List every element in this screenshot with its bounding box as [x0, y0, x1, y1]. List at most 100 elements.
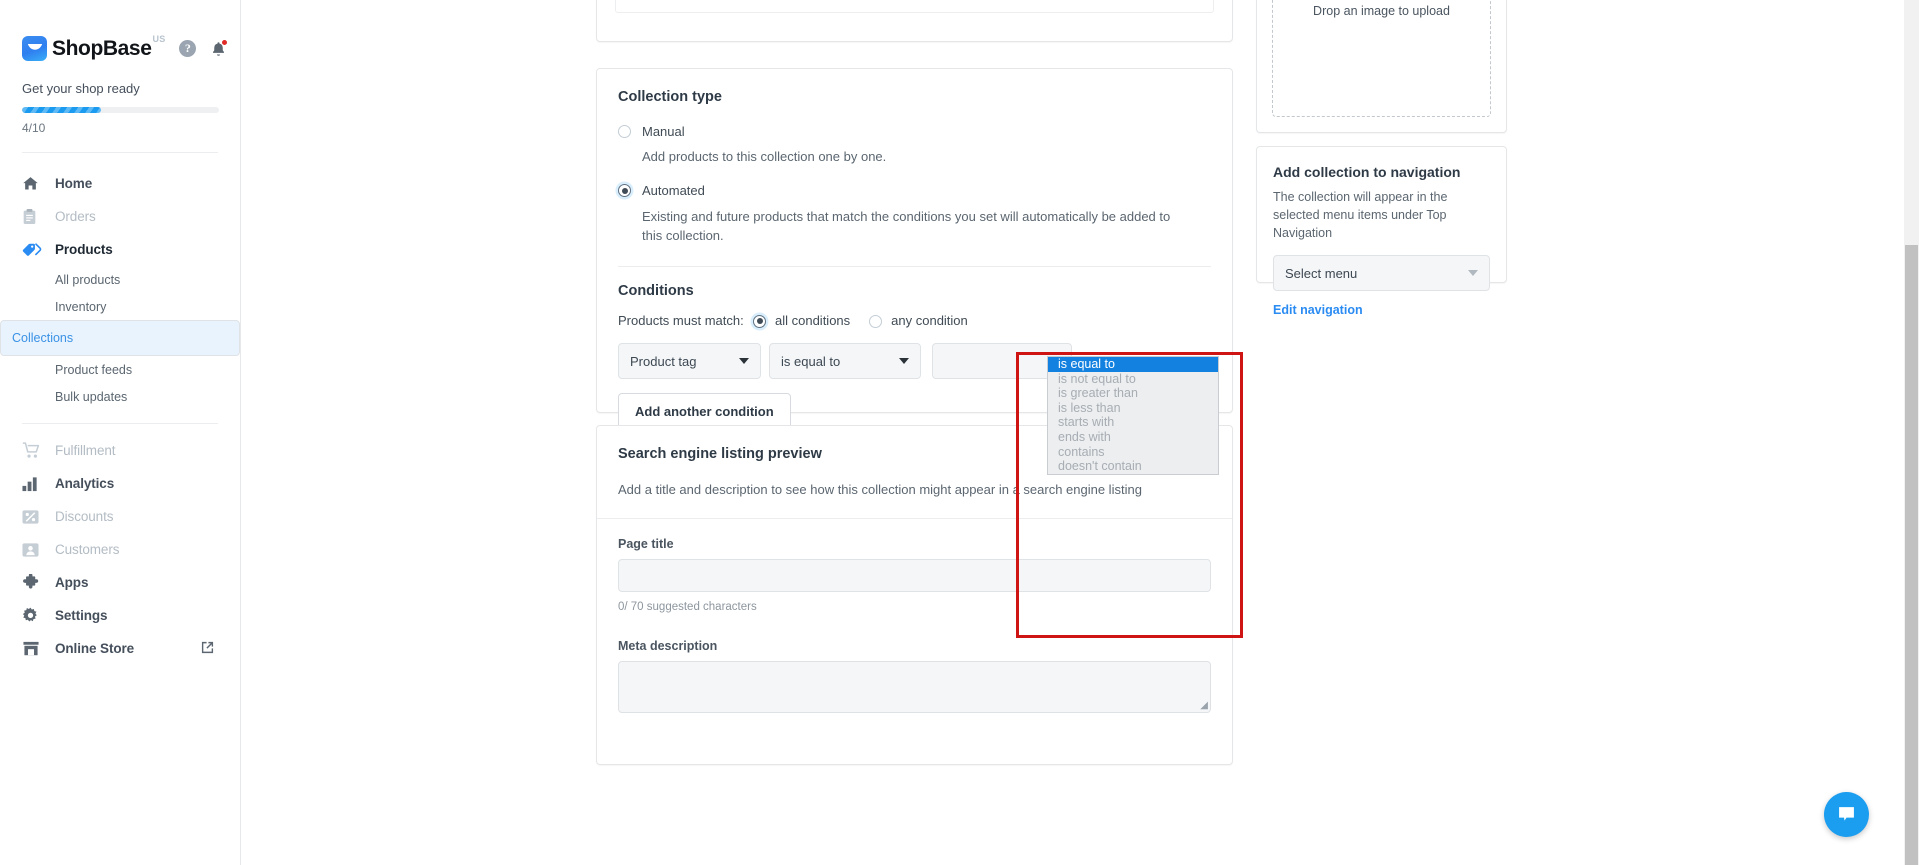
conditions-heading: Conditions: [618, 283, 1211, 299]
automated-description: Existing and future products that match …: [642, 207, 1187, 245]
sidebar-item-label: Products: [55, 242, 113, 257]
sidebar-divider-mid: [22, 423, 218, 424]
sidebar-item-label: Apps: [55, 575, 88, 590]
sidebar-item-customers[interactable]: Customers: [0, 533, 240, 566]
home-icon: [22, 175, 43, 192]
sidebar-item-apps[interactable]: Apps: [0, 566, 240, 599]
match-all-option[interactable]: all conditions: [753, 313, 850, 328]
sidebar-item-label: Customers: [55, 542, 119, 557]
sidebar-item-collections[interactable]: Collections: [0, 320, 240, 356]
condition-field-select[interactable]: Product tag: [618, 343, 761, 379]
dropdown-option-contains[interactable]: contains: [1048, 445, 1218, 460]
sidebar-subitem-label: Bulk updates: [55, 390, 127, 404]
navigation-panel-description: The collection will appear in the select…: [1273, 188, 1490, 242]
store-icon: [22, 641, 43, 657]
add-another-condition-button[interactable]: Add another condition: [618, 393, 791, 429]
brand-name: ShopBase: [52, 37, 152, 60]
puzzle-icon: [22, 574, 43, 592]
collection-type-heading: Collection type: [618, 89, 1211, 105]
chevron-down-icon: [899, 358, 909, 364]
sidebar-item-label: Settings: [55, 608, 107, 623]
sidebar-item-label: Fulfillment: [55, 443, 115, 458]
sidebar-item-analytics[interactable]: Analytics: [0, 467, 240, 500]
progress-label: 4/10: [22, 121, 240, 135]
sidebar-item-product-feeds[interactable]: Product feeds: [0, 356, 240, 383]
dropdown-option-is-equal-to[interactable]: is equal to: [1048, 357, 1218, 372]
customers-icon: [22, 542, 43, 558]
page-title-input[interactable]: [618, 559, 1211, 592]
sidebar: ShopBaseUS ? Get your shop ready 4/10: [0, 0, 241, 865]
gear-icon: [22, 607, 43, 624]
sidebar-item-bulk-updates[interactable]: Bulk updates: [0, 383, 240, 410]
condition-operator-select[interactable]: is equal to: [769, 343, 921, 379]
edit-navigation-link[interactable]: Edit navigation: [1273, 303, 1490, 317]
automated-radio[interactable]: [618, 184, 631, 197]
cart-icon: [22, 442, 43, 459]
sidebar-subitem-label: Inventory: [55, 300, 106, 314]
sidebar-item-settings[interactable]: Settings: [0, 599, 240, 632]
page-scrollbar-track[interactable]: [1904, 0, 1919, 865]
sidebar-subitem-label: Product feeds: [55, 363, 132, 377]
all-conditions-label: all conditions: [775, 313, 850, 328]
sidebar-item-online-store[interactable]: Online Store: [0, 632, 240, 665]
sidebar-item-label: Analytics: [55, 476, 114, 491]
match-mode-row: Products must match: all conditions any …: [618, 313, 1211, 328]
bell-icon[interactable]: [210, 40, 227, 58]
sidebar-item-inventory[interactable]: Inventory: [0, 293, 240, 320]
shopbase-envelope-icon[interactable]: [22, 36, 47, 61]
sidebar-item-label: Online Store: [55, 641, 134, 656]
onboarding-title: Get your shop ready: [22, 81, 240, 96]
sidebar-item-fulfillment[interactable]: Fulfillment: [0, 434, 240, 467]
resize-grip-icon[interactable]: ◢: [1200, 701, 1208, 711]
chevron-down-icon: [739, 358, 749, 364]
select-menu-value: Select menu: [1285, 266, 1357, 281]
discount-icon: [22, 509, 43, 525]
chat-bubble-icon[interactable]: [1824, 792, 1869, 837]
bar-chart-icon: [22, 476, 43, 492]
collection-type-manual-option[interactable]: Manual: [618, 124, 1211, 139]
collection-type-automated-option[interactable]: Automated: [618, 183, 1211, 198]
brand-header: ShopBaseUS ?: [0, 0, 240, 61]
dropdown-option-is-less-than[interactable]: is less than: [1048, 401, 1218, 416]
help-circle-icon[interactable]: ?: [179, 40, 196, 57]
select-menu-dropdown[interactable]: Select menu: [1273, 255, 1490, 291]
sidebar-item-products[interactable]: Products: [0, 233, 240, 266]
condition-operator-value: is equal to: [781, 354, 840, 369]
sidebar-item-label: Home: [55, 176, 92, 191]
operator-dropdown-list[interactable]: is equal to is not equal to is greater t…: [1047, 356, 1219, 475]
page-scrollbar-thumb[interactable]: [1905, 245, 1918, 865]
dropdown-option-ends-with[interactable]: ends with: [1048, 430, 1218, 445]
progress-bar-fill: [22, 107, 101, 113]
page-title-label: Page title: [618, 537, 1211, 551]
collection-image-card: Drop an image to upload: [1256, 0, 1507, 133]
all-conditions-radio[interactable]: [753, 315, 766, 328]
meta-description-input[interactable]: ◢: [618, 661, 1211, 713]
sidebar-subitem-label: Collections: [12, 331, 73, 345]
dropdown-option-doesnt-contain[interactable]: doesn't contain: [1048, 459, 1218, 474]
dropdown-option-is-greater-than[interactable]: is greater than: [1048, 386, 1218, 401]
onboarding-progress: Get your shop ready 4/10: [0, 61, 240, 135]
sidebar-item-discounts[interactable]: Discounts: [0, 500, 240, 533]
sidebar-subitem-label: All products: [55, 273, 120, 287]
dropdown-option-is-not-equal-to[interactable]: is not equal to: [1048, 372, 1218, 387]
sidebar-item-label: Discounts: [55, 509, 113, 524]
manual-radio[interactable]: [618, 125, 631, 138]
description-card-partial: [596, 0, 1233, 42]
any-condition-radio[interactable]: [869, 315, 882, 328]
match-mode-label: Products must match:: [618, 313, 753, 328]
sidebar-item-home[interactable]: Home: [0, 167, 240, 200]
sidebar-item-label: Orders: [55, 209, 96, 224]
dropdown-option-starts-with[interactable]: starts with: [1048, 415, 1218, 430]
brand-region: US: [153, 34, 166, 44]
dropzone-label: Drop an image to upload: [1313, 4, 1450, 18]
image-dropzone[interactable]: Drop an image to upload: [1272, 0, 1491, 117]
match-any-option[interactable]: any condition: [869, 313, 968, 328]
tag-icon: [22, 242, 43, 258]
sidebar-item-all-products[interactable]: All products: [0, 266, 240, 293]
sidebar-item-orders[interactable]: Orders: [0, 200, 240, 233]
clipboard-icon: [22, 208, 43, 225]
add-collection-to-navigation-card: Add collection to navigation The collect…: [1256, 146, 1507, 283]
external-link-icon[interactable]: [201, 641, 214, 657]
description-editor-area[interactable]: [615, 0, 1214, 13]
seo-description: Add a title and description to see how t…: [618, 482, 1211, 497]
